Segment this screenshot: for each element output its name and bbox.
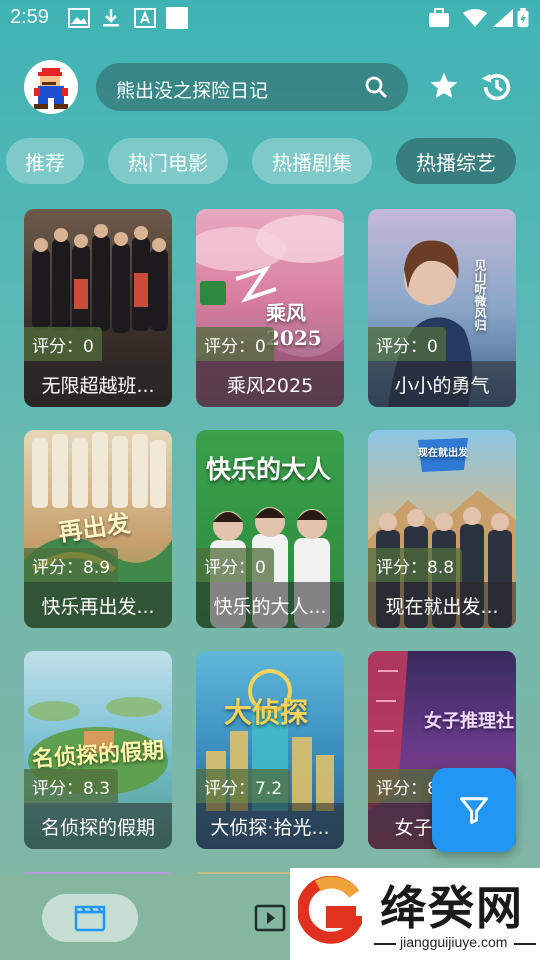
rating-badge: 评分：0 bbox=[24, 327, 102, 361]
history-icon[interactable] bbox=[480, 70, 514, 104]
poster-title: 大侦探 bbox=[224, 696, 309, 729]
show-card[interactable]: 见山听微风归 评分：0 小小的勇气 bbox=[368, 209, 516, 407]
show-card[interactable]: 大侦探 评分：7.2 大侦探·拾光... bbox=[196, 651, 344, 849]
show-card[interactable]: 评分：0 无限超越班... bbox=[24, 209, 172, 407]
poster-title: 见山听微风归 bbox=[473, 259, 487, 331]
watermark-divider bbox=[374, 943, 396, 945]
watermark: 绛癸网 jiangguijiuye.com bbox=[290, 868, 540, 960]
rating-badge: 评分：7.2 bbox=[196, 769, 291, 803]
poster-title: 乘风2025 bbox=[266, 301, 322, 350]
briefcase-icon bbox=[429, 8, 449, 27]
nav-movies[interactable] bbox=[42, 894, 138, 942]
poster-title: 快乐的大人 bbox=[206, 455, 332, 484]
tab-hot-variety[interactable]: 热播综艺 bbox=[396, 138, 516, 184]
g-logo-icon bbox=[298, 876, 362, 944]
show-card[interactable]: 现在就出发 评分：8.8 现在就出发... bbox=[368, 430, 516, 628]
rating-badge: 评分：0 bbox=[196, 548, 274, 582]
image-notification-icon bbox=[68, 8, 90, 28]
battery-charging-icon bbox=[517, 8, 529, 28]
card-title: 大侦探·拾光... bbox=[196, 803, 344, 849]
card-title: 快乐的大人... bbox=[196, 582, 344, 628]
card-title: 无限超越班... bbox=[24, 361, 172, 407]
watermark-url: jiangguijiuye.com bbox=[400, 934, 508, 950]
video-play-icon[interactable] bbox=[254, 904, 286, 932]
tab-hot-series[interactable]: 热播剧集 bbox=[252, 138, 372, 184]
category-tabs: 推荐 热门电影 热播剧集 热播综艺 bbox=[0, 138, 540, 186]
status-time: 2:59 bbox=[10, 6, 49, 28]
watermark-brand: 绛癸网 bbox=[380, 881, 524, 935]
clapperboard-icon bbox=[74, 905, 106, 932]
tab-recommended[interactable]: 推荐 bbox=[6, 138, 84, 184]
show-card[interactable]: 名侦探的假期 评分：8.3 名侦探的假期 bbox=[24, 651, 172, 849]
card-title: 现在就出发... bbox=[368, 582, 516, 628]
avatar[interactable] bbox=[24, 60, 78, 114]
mario-avatar-icon bbox=[34, 68, 68, 109]
filter-icon bbox=[460, 797, 488, 824]
star-icon[interactable] bbox=[428, 70, 460, 102]
signal-icon bbox=[493, 9, 513, 27]
header: 熊出没之探险日记 bbox=[0, 58, 540, 116]
filter-button[interactable] bbox=[432, 768, 516, 852]
rating-badge: 评分：0 bbox=[368, 327, 446, 361]
card-title: 快乐再出发... bbox=[24, 582, 172, 628]
card-title: 乘风2025 bbox=[196, 361, 344, 407]
poster-title: 现在就出发 bbox=[418, 448, 468, 459]
show-card[interactable]: 再出发 评分：8.9 快乐再出发... bbox=[24, 430, 172, 628]
search-input[interactable]: 熊出没之探险日记 bbox=[96, 63, 408, 111]
card-title: 小小的勇气 bbox=[368, 361, 516, 407]
search-text: 熊出没之探险日记 bbox=[116, 80, 269, 102]
rating-badge: 评分：8.9 bbox=[24, 548, 119, 582]
tab-hot-movies[interactable]: 热门电影 bbox=[108, 138, 228, 184]
search-icon[interactable] bbox=[364, 75, 388, 99]
show-card[interactable]: 乘风2025 评分：0 乘风2025 bbox=[196, 209, 344, 407]
status-bar: 2:59 bbox=[0, 0, 540, 36]
rating-badge: 评分：8.3 bbox=[24, 769, 119, 803]
poster-title: 女子推理社 bbox=[424, 711, 514, 732]
rating-badge: 评分：8.8 bbox=[368, 548, 463, 582]
wifi-icon bbox=[463, 9, 487, 27]
rating-badge: 评分：0 bbox=[196, 327, 274, 361]
show-card[interactable]: 快乐的大人 评分：0 快乐的大人... bbox=[196, 430, 344, 628]
blank-notification-icon bbox=[166, 7, 188, 29]
card-title: 名侦探的假期 bbox=[24, 803, 172, 849]
watermark-divider bbox=[514, 943, 536, 945]
download-notification-icon bbox=[103, 9, 119, 27]
text-notification-icon bbox=[134, 8, 156, 28]
